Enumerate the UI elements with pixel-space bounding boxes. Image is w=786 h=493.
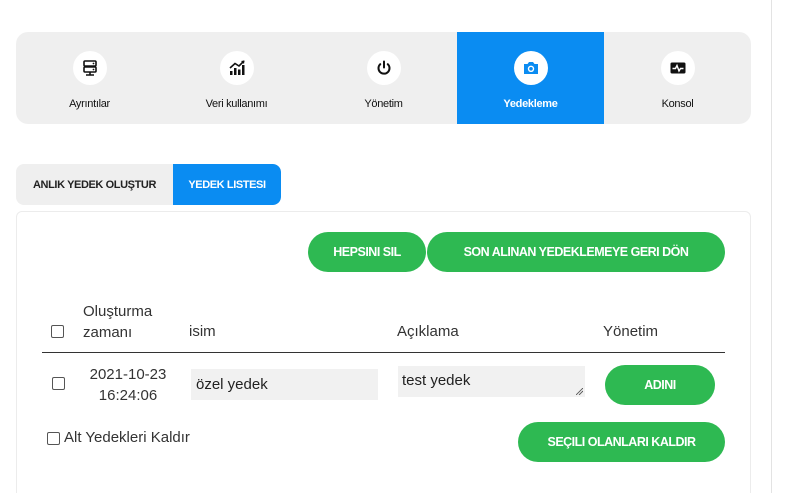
- remove-sub-backups-checkbox[interactable]: [47, 432, 60, 445]
- right-divider: [771, 0, 772, 493]
- tab-data-usage-label: Veri kullanımı: [205, 98, 268, 110]
- resize-handle-icon[interactable]: [576, 388, 583, 395]
- header-description: Açıklama: [397, 323, 459, 340]
- power-icon: [366, 51, 401, 85]
- row-time: 16:24:06: [98, 387, 158, 404]
- camera-icon: [513, 51, 548, 85]
- row-date: 2021-10-23: [89, 366, 167, 383]
- tab-data-usage[interactable]: Veri kullanımı: [163, 32, 310, 124]
- tab-console-label: Konsol: [661, 98, 694, 110]
- tab-details-label: Ayrıntılar: [69, 98, 110, 110]
- rename-backup-button[interactable]: ADINI: [605, 365, 715, 405]
- tab-backup-label: Yedekleme: [503, 98, 558, 110]
- revert-last-backup-button[interactable]: SON ALINAN YEDEKLEMEYE GERI DÖN: [427, 232, 725, 272]
- tab-management-label: Yönetim: [364, 98, 403, 110]
- backup-sub-tabs: ANLIK YEDEK OLUŞTUR YEDEK LISTESI: [16, 164, 281, 205]
- remove-selected-button[interactable]: SEÇILI OLANLARI KALDIR: [518, 422, 725, 462]
- chart-icon: [219, 51, 254, 85]
- console-icon: [660, 51, 695, 85]
- table-header-divider: [42, 352, 725, 353]
- tab-details[interactable]: Ayrıntılar: [16, 32, 163, 124]
- remove-sub-backups-label: Alt Yedekleri Kaldır: [64, 429, 190, 446]
- tab-backup-list[interactable]: YEDEK LISTESI: [173, 164, 281, 205]
- delete-all-button[interactable]: HEPSINI SIL: [308, 232, 426, 272]
- tab-backup[interactable]: Yedekleme: [457, 32, 604, 124]
- server-icon: [72, 51, 107, 85]
- header-created-time: Oluşturma zamanı: [83, 303, 153, 341]
- backup-description-textarea[interactable]: test yedek: [398, 366, 585, 397]
- tab-create-snapshot[interactable]: ANLIK YEDEK OLUŞTUR: [16, 164, 173, 205]
- header-name: isim: [189, 323, 216, 340]
- backup-top-tabs: Ayrıntılar Veri kullanımı Yönetim Yedekl…: [16, 32, 751, 124]
- header-management: Yönetim: [603, 323, 659, 340]
- tab-console[interactable]: Konsol: [604, 32, 751, 124]
- backup-description-value: test yedek: [402, 372, 471, 389]
- select-all-checkbox[interactable]: [51, 325, 64, 338]
- row-checkbox[interactable]: [52, 377, 65, 390]
- backup-name-input[interactable]: özel yedek: [191, 369, 378, 400]
- row-created-time: 2021-10-23 16:24:06: [83, 364, 173, 406]
- tab-management[interactable]: Yönetim: [310, 32, 457, 124]
